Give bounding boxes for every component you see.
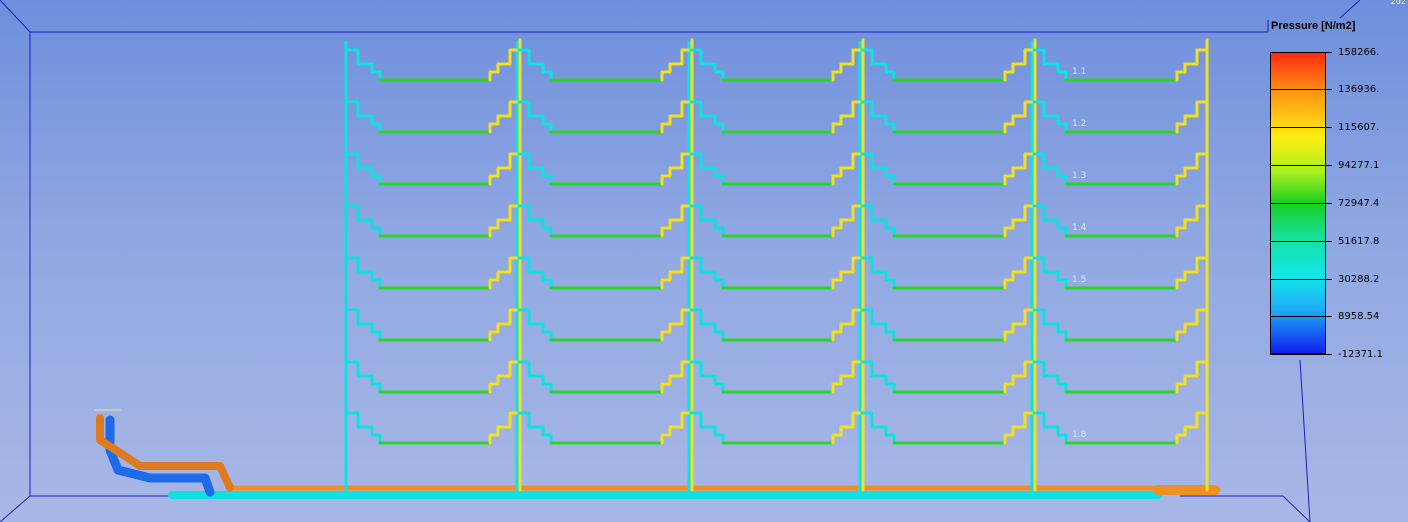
loop-outlet <box>1175 411 1209 445</box>
loop-inlet <box>689 360 725 394</box>
pressure-legend: Pressure [N/m2] 158266. 136936. 115607. … <box>1266 18 1408 363</box>
legend-value: 51617.8 <box>1338 236 1380 247</box>
loop-inlet <box>1032 411 1068 445</box>
loop-inlet <box>1032 48 1068 82</box>
loop-inlet <box>1032 204 1068 238</box>
corner-text: 202 <box>1390 0 1406 6</box>
legend-tick <box>1270 203 1332 204</box>
loop-inlet <box>1032 256 1068 290</box>
loop-inlet <box>1032 152 1068 186</box>
legend-value: 30288.2 <box>1338 274 1380 285</box>
legend-value: 136936. <box>1338 84 1380 95</box>
loop-inlet <box>346 360 382 394</box>
loop-inlet <box>689 100 725 134</box>
pipe-network-scene[interactable]: 1.1 1.2 1.3 1.4 1.5 1.8 <box>0 0 1408 522</box>
loop-inlet <box>517 204 553 238</box>
loop-inlet <box>346 411 382 445</box>
loop-inlet <box>860 100 896 134</box>
loop-inlet <box>860 360 896 394</box>
legend-value: 72947.4 <box>1338 198 1380 209</box>
loop-inlet <box>689 152 725 186</box>
loop-inlet <box>517 360 553 394</box>
row-label: 1.4 <box>1072 223 1087 233</box>
row-label: 1.1 <box>1072 67 1086 77</box>
loop-inlet <box>860 411 896 445</box>
row-label: 1.5 <box>1072 275 1086 285</box>
loop-inlet <box>346 204 382 238</box>
legend-tick <box>1270 52 1332 53</box>
loop-inlet <box>689 308 725 342</box>
loop-inlet <box>346 48 382 82</box>
loop-inlet <box>346 152 382 186</box>
loop-inlet <box>517 256 553 290</box>
pipe-network <box>94 38 1220 499</box>
loop-outlet <box>1175 308 1209 342</box>
legend-tick <box>1270 241 1332 242</box>
row-label: 1.3 <box>1072 171 1086 181</box>
loop-inlet <box>1032 360 1068 394</box>
loop-inlet <box>689 204 725 238</box>
3d-viewport[interactable]: 1.1 1.2 1.3 1.4 1.5 1.8 Pressure [N/m2] 15826… <box>0 0 1408 522</box>
legend-value-min: -12371.1 <box>1338 349 1383 360</box>
loop-outlet <box>1175 204 1209 238</box>
loop-inlet <box>689 48 725 82</box>
loop-inlet <box>860 308 896 342</box>
loop-inlet <box>517 48 553 82</box>
row-label: 1.8 <box>1072 430 1087 440</box>
loop-inlet <box>1032 308 1068 342</box>
loop-inlet <box>517 411 553 445</box>
loop-inlet <box>517 100 553 134</box>
legend-tick <box>1270 127 1332 128</box>
loop-inlet <box>346 100 382 134</box>
legend-tick <box>1270 165 1332 166</box>
row-label: 1.2 <box>1072 119 1086 129</box>
loop-inlet <box>860 48 896 82</box>
loop-inlet <box>346 256 382 290</box>
legend-value: 8958.54 <box>1338 311 1380 322</box>
legend-value-max: 158266. <box>1338 47 1380 58</box>
legend-value: 115607. <box>1338 122 1380 133</box>
loop-inlet <box>860 204 896 238</box>
loop-inlet <box>1032 100 1068 134</box>
row-labels: 1.1 1.2 1.3 1.4 1.5 1.8 <box>1072 67 1087 440</box>
loop-inlet <box>689 256 725 290</box>
legend-tick <box>1270 279 1332 280</box>
loop-inlet <box>860 152 896 186</box>
legend-value: 94277.1 <box>1338 160 1380 171</box>
loop-inlet <box>517 152 553 186</box>
loop-outlet <box>1175 48 1209 82</box>
legend-title: Pressure [N/m2] <box>1271 20 1356 32</box>
loop-outlet <box>1175 100 1209 134</box>
legend-tick <box>1270 89 1332 90</box>
loop-outlet <box>1175 360 1209 394</box>
loop-outlet <box>1175 152 1209 186</box>
legend-tick <box>1270 354 1332 355</box>
legend-tick <box>1270 316 1332 317</box>
loop-inlet <box>517 308 553 342</box>
loop-inlet <box>689 411 725 445</box>
loop-inlet <box>346 308 382 342</box>
loop-outlet <box>1175 256 1209 290</box>
loop-inlet <box>860 256 896 290</box>
